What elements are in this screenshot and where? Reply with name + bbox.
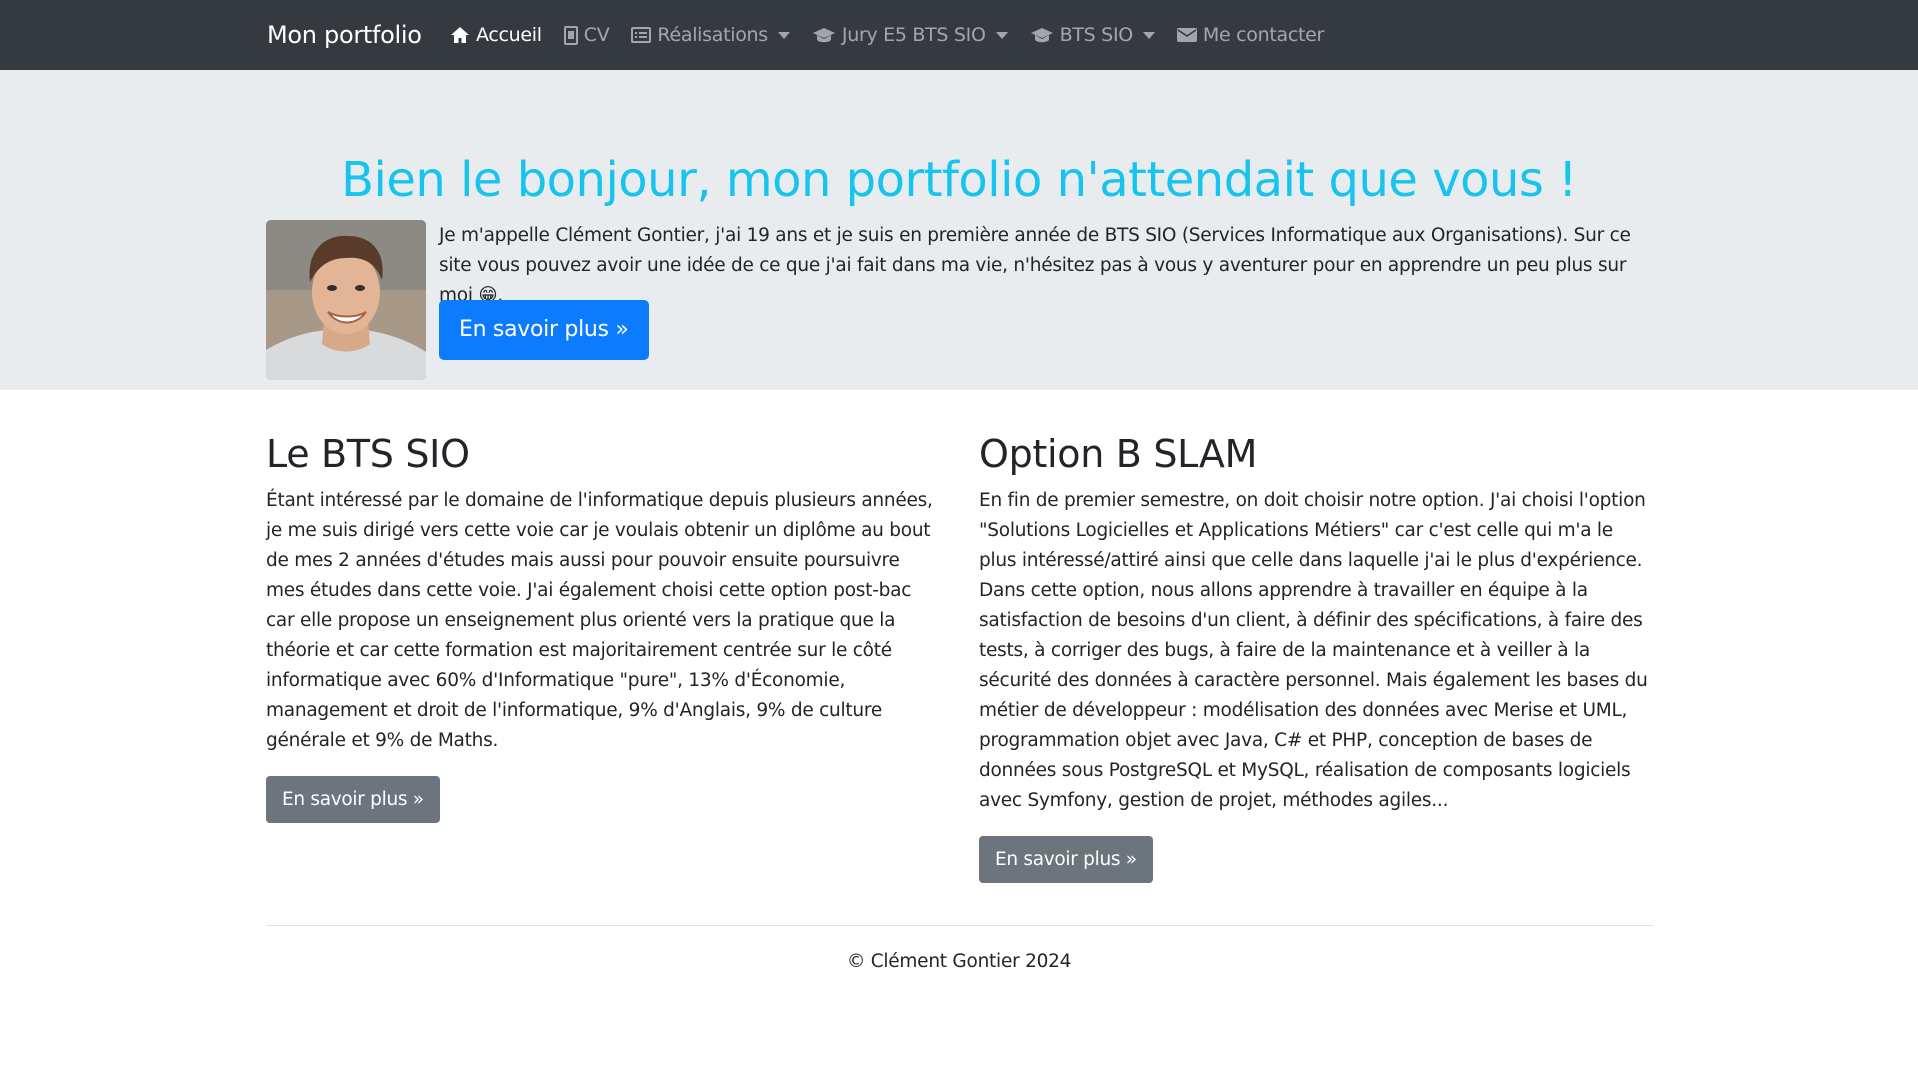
hero-more-button[interactable]: En savoir plus » <box>439 300 649 360</box>
list-icon <box>631 27 652 43</box>
profile-photo <box>266 220 426 380</box>
chevron-down-icon <box>777 31 790 39</box>
column-text: Étant intéressé par le domaine de l'info… <box>266 490 933 751</box>
nav-item-realisations[interactable]: Réalisations <box>631 24 790 46</box>
nav-item-label: CV <box>583 24 610 46</box>
column-title: Option B SLAM <box>979 432 1258 476</box>
nav-item-cv[interactable]: CV <box>563 24 610 46</box>
column-title: Le BTS SIO <box>266 432 470 476</box>
graduation-cap-icon <box>812 28 835 43</box>
footer-copyright: © Clément Gontier 2024 <box>846 951 1072 972</box>
nav-item-label: Réalisations <box>657 24 768 46</box>
column-text: En fin de premier semestre, on doit choi… <box>979 490 1648 811</box>
bts-sio-more-button[interactable]: En savoir plus » <box>266 776 440 823</box>
file-icon <box>563 25 578 45</box>
footer-divider <box>266 925 1653 926</box>
nav-item-label: Me contacter <box>1202 24 1325 46</box>
nav-item-bts-sio[interactable]: BTS SIO <box>1030 24 1155 46</box>
nav-item-label: Accueil <box>476 24 542 46</box>
graduation-cap-icon <box>1030 28 1053 43</box>
nav-item-accueil[interactable]: Accueil <box>450 24 542 46</box>
hero-intro: Je m'appelle Clément Gontier, j'ai 19 an… <box>439 225 1631 306</box>
bts-sio-column: Le BTS SIO Étant intéressé par le domain… <box>266 430 936 823</box>
option-slam-more-button[interactable]: En savoir plus » <box>979 836 1153 883</box>
nav-item-jury-e5[interactable]: Jury E5 BTS SIO <box>812 24 1008 46</box>
nav-item-contact[interactable]: Me contacter <box>1176 24 1325 46</box>
nav-item-label: Jury E5 BTS SIO <box>841 24 986 46</box>
nav-menu: Accueil CV Réalisations Jury E5 BTS SIO … <box>450 0 1346 70</box>
avatar <box>266 220 426 380</box>
chevron-down-icon <box>995 31 1008 39</box>
home-icon <box>451 27 469 43</box>
chevron-down-icon <box>1142 31 1155 39</box>
navbar-brand[interactable]: Mon portfolio <box>267 0 422 70</box>
nav-item-label: BTS SIO <box>1059 24 1134 46</box>
hero-section: Bien le bonjour, mon portfolio n'attenda… <box>0 70 1918 390</box>
envelope-icon <box>1176 28 1197 42</box>
footer: © Clément Gontier 2024 <box>0 949 1918 975</box>
navbar: Mon portfolio Accueil CV Réalisations Ju… <box>0 0 1918 70</box>
option-slam-column: Option B SLAM En fin de premier semestre… <box>979 430 1649 883</box>
hero-title: Bien le bonjour, mon portfolio n'attenda… <box>341 152 1577 208</box>
